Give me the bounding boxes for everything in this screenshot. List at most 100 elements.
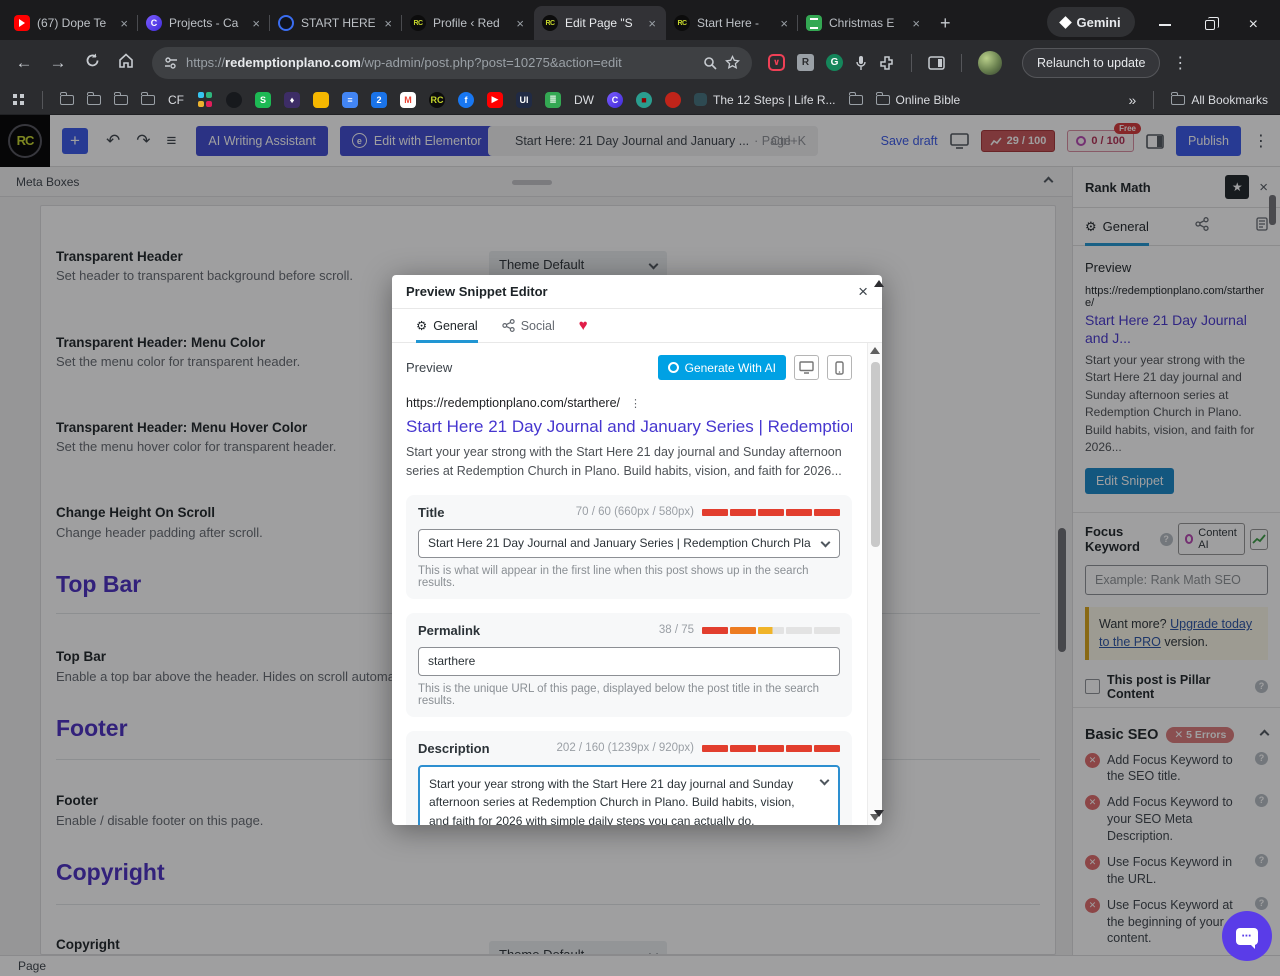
chrome-menu-icon[interactable]: ⋮ [1172, 53, 1189, 73]
calendar-icon[interactable]: 2 [371, 92, 387, 108]
heart-icon[interactable]: ♥ [579, 317, 588, 334]
facebook-icon[interactable]: f [458, 92, 474, 108]
bookmark-folder-icon[interactable] [114, 95, 128, 105]
new-tab-button[interactable]: + [940, 13, 951, 34]
bookmark-12-steps[interactable]: The 12 Steps | Life R... [694, 93, 836, 107]
tab-close-icon[interactable]: × [514, 16, 526, 31]
permalink-input[interactable] [418, 647, 840, 676]
url-text[interactable]: https://redemptionplano.com/wp-admin/pos… [186, 55, 695, 70]
bookmark-folder-icon[interactable] [87, 95, 101, 105]
tab-close-icon[interactable]: × [382, 16, 394, 31]
browser-tab[interactable]: START HERE× [270, 6, 402, 40]
seo-title-input[interactable] [418, 529, 840, 558]
browser-tab[interactable]: CProjects - Ca× [138, 6, 270, 40]
back-button[interactable]: ← [10, 53, 38, 73]
grammarly-icon[interactable]: G [826, 54, 843, 71]
close-modal-icon[interactable]: × [858, 282, 868, 302]
generate-label: Generate With AI [685, 361, 776, 375]
desktop-preview-button[interactable] [794, 355, 819, 380]
browser-tab-active[interactable]: RCEdit Page "S× [534, 6, 666, 40]
description-field-card: Description 202 / 160 (1239px / 920px) S… [406, 731, 852, 826]
reload-button[interactable] [78, 53, 106, 73]
restore-button[interactable] [1205, 20, 1215, 30]
field-label: Title [418, 505, 445, 520]
forward-button[interactable]: → [44, 53, 72, 73]
gloo-icon[interactable] [226, 92, 242, 108]
pocket-icon[interactable]: ∨ [768, 54, 785, 71]
search-icon[interactable] [703, 56, 717, 70]
browser-tab[interactable]: RCStart Here -× [666, 6, 798, 40]
purple-app-icon[interactable]: ♦ [284, 92, 300, 108]
home-button[interactable] [112, 53, 140, 73]
content-scrollbar-thumb[interactable] [1058, 528, 1066, 652]
bookmark-online-bible[interactable]: Online Bible [876, 93, 961, 107]
r-extension-icon[interactable]: R [797, 54, 814, 71]
tab-social[interactable]: Social [502, 309, 555, 343]
mobile-preview-button[interactable] [827, 355, 852, 380]
meta-description-textarea[interactable]: Start your year strong with the Start He… [418, 765, 840, 826]
serp-title-link[interactable]: Start Here 21 Day Journal and January Se… [406, 417, 852, 437]
bookmark-star-icon[interactable] [725, 55, 740, 70]
rc-favicon: RC [410, 15, 426, 31]
field-help: This is the unique URL of this page, dis… [418, 683, 840, 707]
bookmark-dw[interactable]: DW [574, 93, 594, 107]
site-settings-icon[interactable] [164, 57, 178, 69]
red-app-icon[interactable] [665, 92, 681, 108]
green-list-icon[interactable]: ≣ [545, 92, 561, 108]
close-window-button[interactable]: × [1249, 20, 1258, 30]
youtube-icon[interactable]: ▶ [487, 92, 503, 108]
chat-widget-button[interactable]: ⋯ [1222, 911, 1272, 961]
gmail-icon[interactable]: M [400, 92, 416, 108]
page-scroll-up-icon[interactable] [874, 280, 884, 287]
extensions-area: ∨ R G Relaunch to update ⋮ [768, 48, 1189, 78]
bookmark-folder-icon[interactable] [60, 95, 74, 105]
side-panel-icon[interactable] [928, 56, 945, 70]
bookmarks-overflow-icon[interactable]: » [1129, 92, 1137, 108]
tab-general[interactable]: ⚙General [416, 309, 478, 343]
ui-icon[interactable]: UI [516, 92, 532, 108]
bookmark-folder-icon[interactable] [141, 95, 155, 105]
browser-tab[interactable]: Christmas E× [798, 6, 930, 40]
rc-icon[interactable]: RC [429, 92, 445, 108]
bookmark-label: The 12 Steps | Life R... [713, 93, 836, 107]
sidebar-scrollbar-thumb[interactable] [1269, 195, 1276, 225]
keep-icon[interactable] [313, 92, 329, 108]
browser-tab[interactable]: RCProfile ‹ Red× [402, 6, 534, 40]
teal-lock-icon[interactable]: ■ [636, 92, 652, 108]
window-controls: × [1159, 20, 1258, 30]
minimize-button[interactable] [1159, 24, 1171, 26]
profile-avatar[interactable] [978, 51, 1002, 75]
preview-snippet-editor-modal: Preview Snippet Editor × ⚙General Social… [392, 275, 882, 825]
scroll-up-icon[interactable] [870, 347, 880, 354]
modal-scrollbar[interactable] [867, 343, 882, 825]
green-s-icon[interactable]: S [255, 92, 271, 108]
url-bar[interactable]: https://redemptionplano.com/wp-admin/pos… [152, 47, 752, 79]
browser-navbar: ← → https://redemptionplano.com/wp-admin… [0, 40, 1280, 85]
gemini-button[interactable]: Gemini [1047, 7, 1135, 37]
tab-close-icon[interactable]: × [778, 16, 790, 31]
docs-icon[interactable]: ≡ [342, 92, 358, 108]
tab-close-icon[interactable]: × [118, 16, 130, 31]
bookmark-folder-icon[interactable] [849, 95, 863, 105]
tab-close-icon[interactable]: × [910, 16, 922, 31]
chat-bubble-icon: ⋯ [1236, 928, 1258, 945]
apps-grid-icon[interactable] [12, 93, 25, 106]
scrollbar-thumb[interactable] [871, 362, 880, 547]
rc-favicon: RC [542, 15, 558, 31]
mic-icon[interactable] [855, 55, 867, 71]
slack-icon[interactable] [197, 92, 213, 108]
generate-with-ai-button[interactable]: Generate With AI [658, 355, 786, 380]
share-icon [502, 319, 515, 332]
c-icon[interactable]: C [607, 92, 623, 108]
tab-close-icon[interactable]: × [646, 16, 658, 31]
char-counter: 38 / 75 [659, 624, 694, 636]
relaunch-button[interactable]: Relaunch to update [1022, 48, 1160, 78]
extensions-puzzle-icon[interactable] [879, 55, 895, 71]
field-header: Title 70 / 60 (660px / 580px) [418, 505, 840, 520]
green-doc-favicon [806, 15, 822, 31]
bookmark-cf[interactable]: CF [168, 93, 184, 107]
tab-close-icon[interactable]: × [250, 16, 262, 31]
all-bookmarks[interactable]: All Bookmarks [1171, 93, 1268, 107]
browser-tab[interactable]: (67) Dope Te× [6, 6, 138, 40]
page-scroll-down-icon[interactable] [874, 810, 884, 817]
